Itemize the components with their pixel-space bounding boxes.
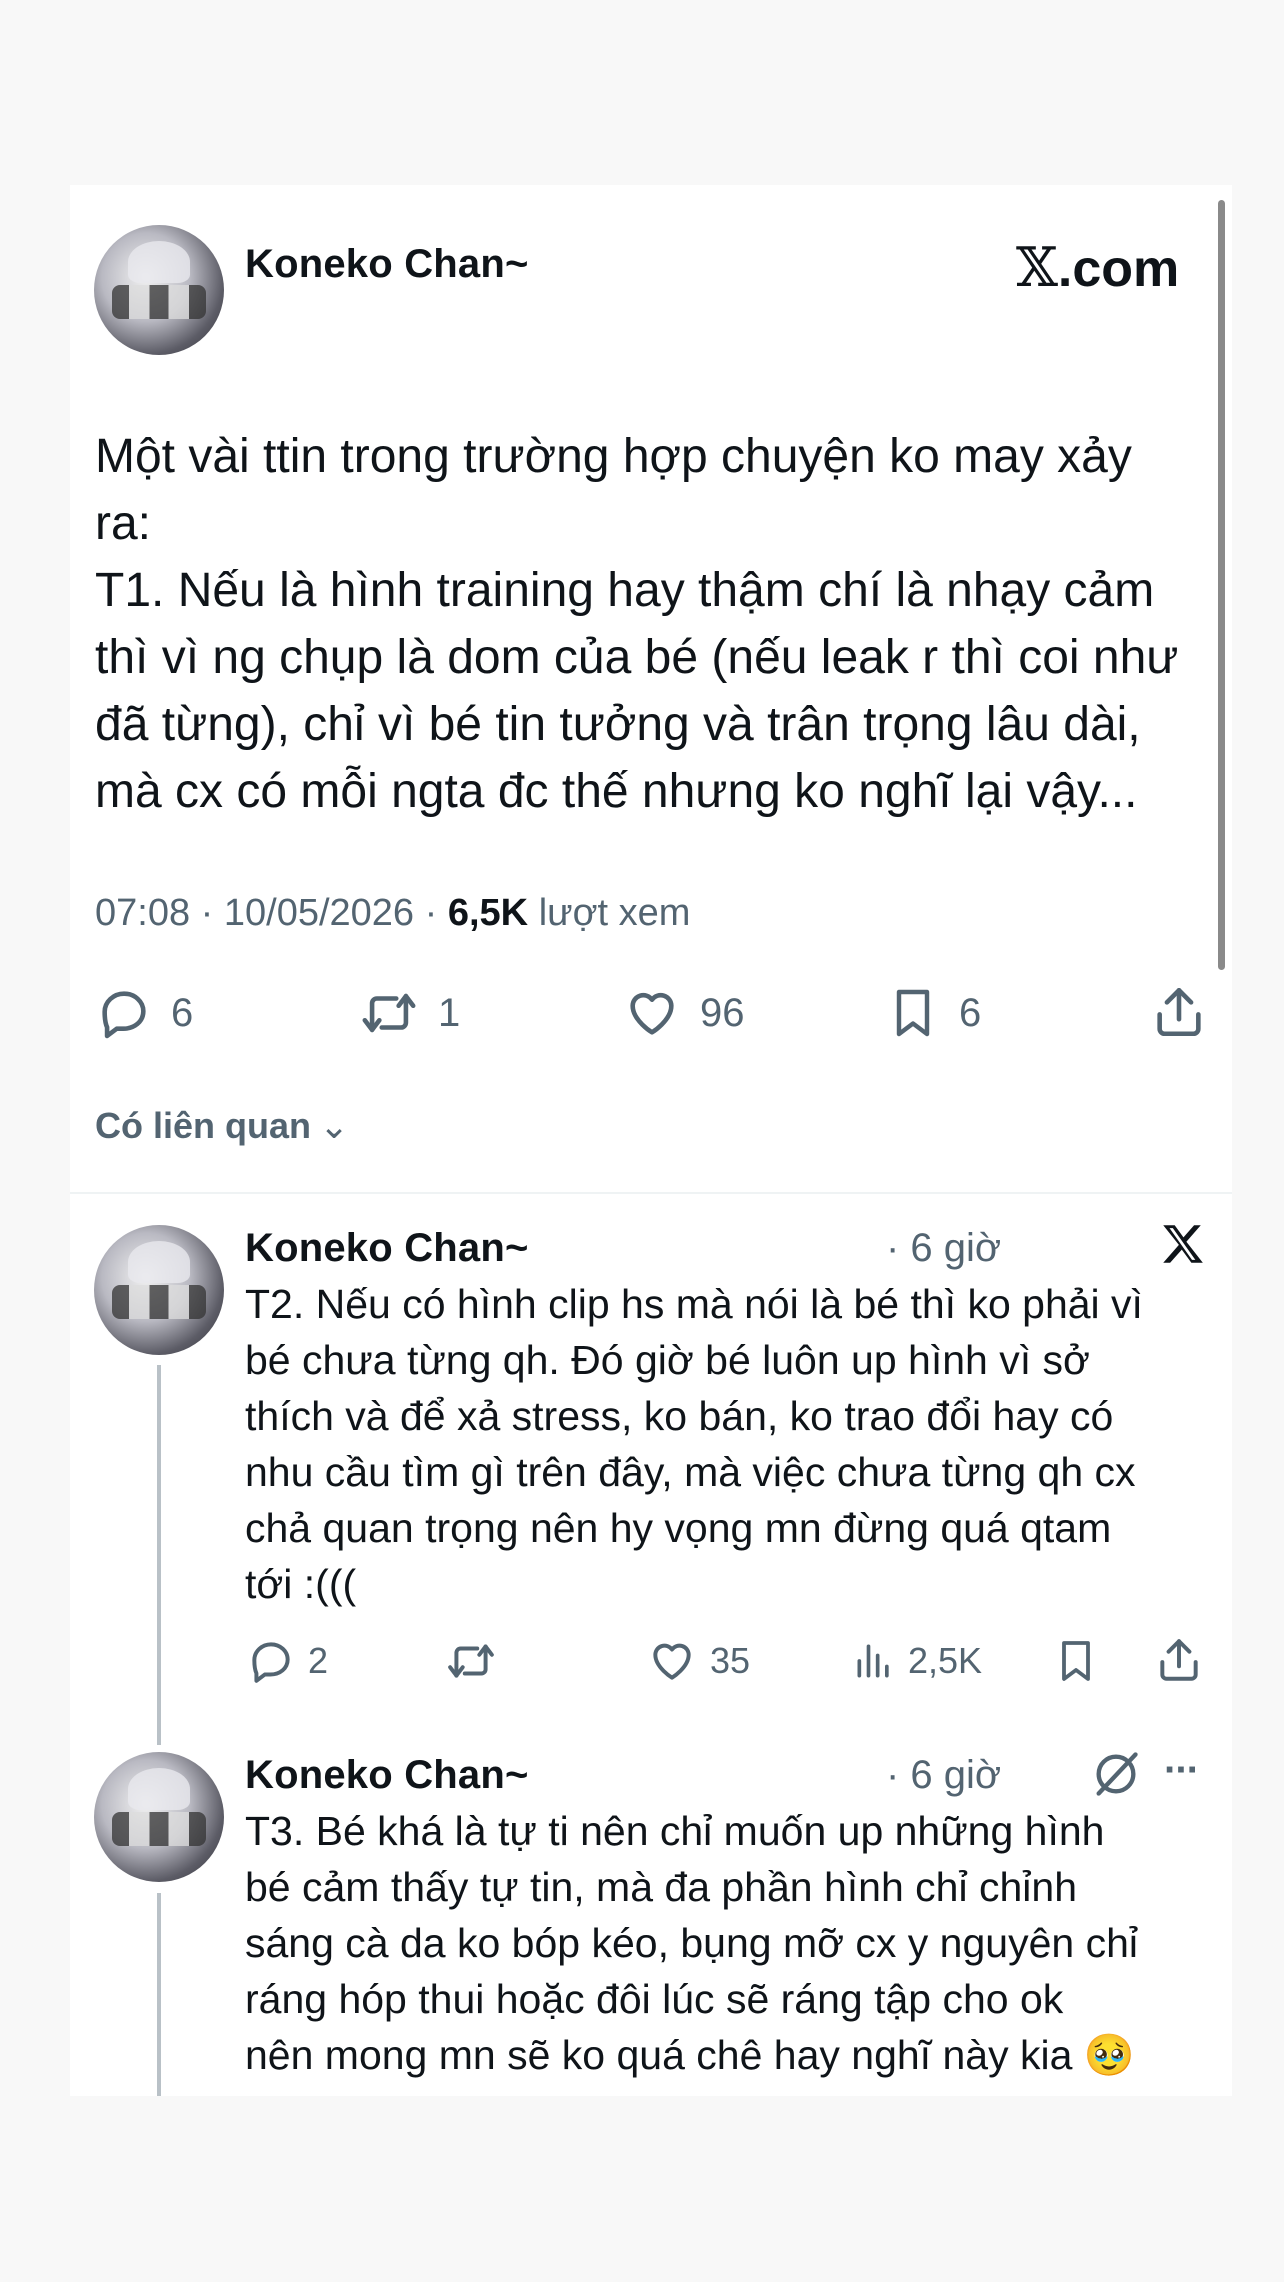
share-icon <box>1157 987 1201 1037</box>
share-button[interactable] <box>1150 982 1208 1042</box>
site-domain: .com <box>1057 240 1180 298</box>
view-count: 6,5K <box>447 892 529 934</box>
like-count: 35 <box>710 1640 751 1681</box>
share-button[interactable] <box>1154 1634 1204 1686</box>
heart-icon <box>653 1643 691 1680</box>
repost-button[interactable] <box>444 1636 498 1686</box>
share-icon <box>1160 1639 1198 1681</box>
bookmark-icon <box>896 989 930 1037</box>
related-label: Có liên quan <box>95 1105 311 1146</box>
bookmark-button[interactable]: 6 <box>885 984 981 1042</box>
more-options-icon[interactable]: ··· <box>1164 1748 1200 1793</box>
reply-author-name[interactable]: Koneko Chan~ <box>245 1226 529 1271</box>
like-button[interactable]: 35 <box>646 1636 750 1686</box>
post-time: 07:08 <box>95 892 191 934</box>
reply-text: T2. Nếu có hình clip hs mà nói là bé thì… <box>245 1281 1143 1607</box>
post-date: 10/05/2026 <box>223 892 415 934</box>
avatar[interactable] <box>94 225 224 355</box>
comment-icon <box>102 991 146 1039</box>
repost-button[interactable]: 1 <box>358 984 460 1042</box>
site-brand: 𝕏.com <box>1016 236 1179 299</box>
reply-count: 6 <box>171 990 194 1035</box>
chevron-down-icon: ⌄ <box>319 1105 350 1146</box>
reply-time[interactable]: · 6 giờ <box>886 1753 1001 1798</box>
scrollbar[interactable] <box>1218 200 1225 970</box>
post-text: Một vài ttin trong trường hợp chuyện ko … <box>95 430 1179 818</box>
comment-icon <box>252 1642 290 1683</box>
reply-time[interactable]: · 6 giờ <box>886 1226 1001 1271</box>
view-count: 2,5K <box>908 1640 983 1681</box>
avatar[interactable] <box>94 1225 224 1355</box>
author-name[interactable]: Koneko Chan~ <box>245 242 529 287</box>
reply-author-name[interactable]: Koneko Chan~ <box>245 1753 529 1798</box>
repost-icon <box>362 993 416 1033</box>
views-button[interactable]: 2,5K <box>852 1636 982 1686</box>
grok-icon[interactable] <box>1090 1748 1142 1800</box>
bookmark-count: 6 <box>959 990 982 1035</box>
repost-icon <box>448 1644 494 1678</box>
heart-icon <box>630 992 674 1035</box>
repost-count: 1 <box>438 990 461 1035</box>
bookmark-button[interactable] <box>1052 1636 1100 1686</box>
views-label: lượt xem <box>538 892 691 934</box>
like-count: 96 <box>700 990 745 1035</box>
reply-button[interactable]: 6 <box>95 984 193 1042</box>
analytics-icon <box>857 1644 889 1678</box>
related-toggle[interactable]: Có liên quan ⌄ <box>95 1105 349 1147</box>
reply-text: T3. Bé khá là tự ti nên chỉ muốn up nhữn… <box>245 1808 1138 2078</box>
thread-line <box>157 1893 161 2096</box>
bookmark-icon <box>1062 1641 1090 1681</box>
post-meta: 07:08 · 10/05/2026 · 6,5K lượt xem <box>95 892 691 934</box>
like-button[interactable]: 96 <box>622 984 745 1042</box>
divider <box>70 1192 1232 1194</box>
x-logo-icon <box>1157 1218 1207 1270</box>
reply-count: 2 <box>308 1640 329 1681</box>
thread-line <box>157 1365 161 1745</box>
x-logo-icon: 𝕏 <box>1016 236 1058 299</box>
avatar[interactable] <box>94 1752 224 1882</box>
reply-button[interactable]: 2 <box>246 1636 328 1686</box>
